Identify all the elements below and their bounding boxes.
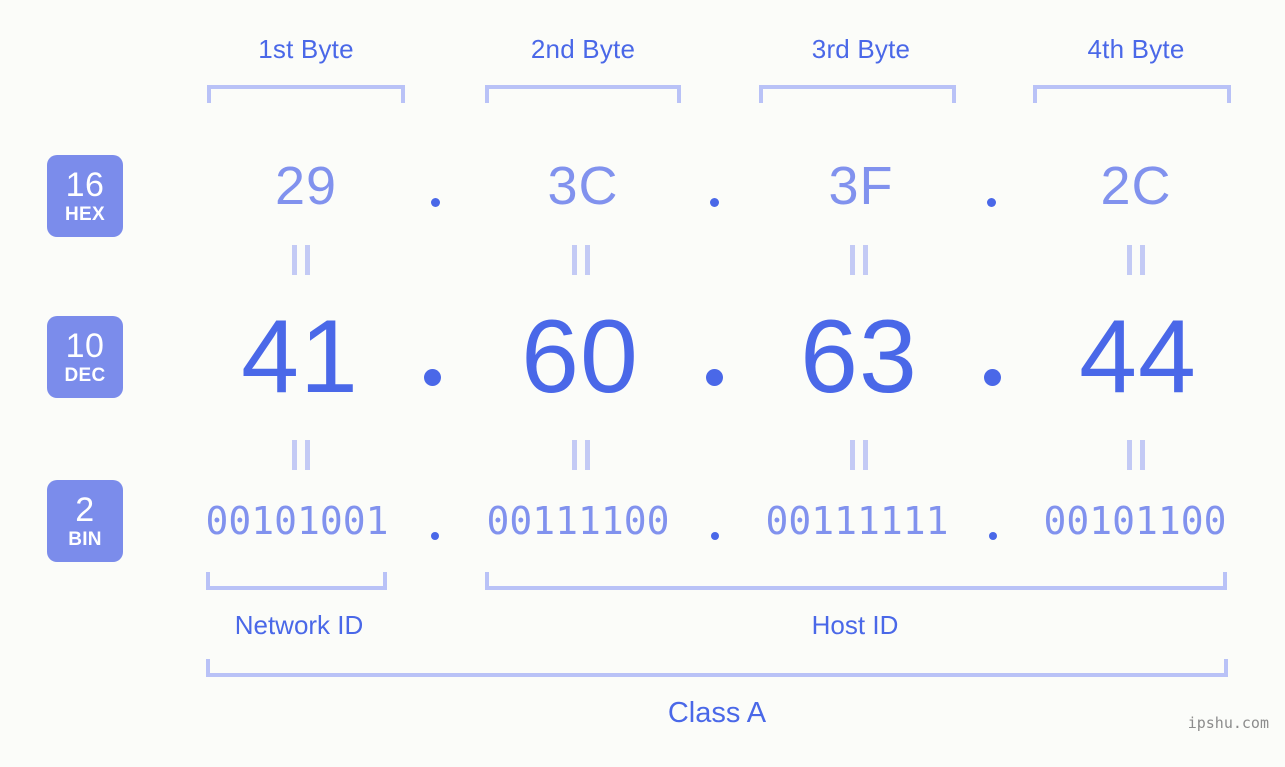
base-badge-dec-number: 10: [65, 327, 105, 365]
base-badge-hex-abbr: HEX: [65, 204, 105, 225]
dec-separator-dot-1: [424, 369, 441, 386]
bin-value-byte-2: 00111100: [486, 499, 670, 543]
byte-bracket-1: [207, 85, 405, 103]
hex-value-byte-1: 29: [274, 156, 338, 216]
bin-value-byte-3: 00111111: [765, 499, 949, 543]
dec-separator-dot-3: [984, 369, 1001, 386]
dec-value-byte-2: 60: [521, 299, 639, 415]
dec-value-byte-3: 63: [800, 299, 918, 415]
base-badge-bin-abbr: BIN: [68, 529, 102, 550]
hex-value-byte-3: 3F: [828, 156, 894, 216]
network-id-label: Network ID: [234, 610, 364, 640]
equals-mark-hex-dec-1: [292, 245, 310, 275]
equals-mark-dec-bin-3: [850, 440, 868, 470]
equals-mark-dec-bin-2: [572, 440, 590, 470]
byte-header-1: 1st Byte: [258, 34, 354, 64]
bin-value-byte-1: 00101001: [205, 499, 389, 543]
hex-value-byte-2: 3C: [547, 156, 619, 216]
equals-mark-hex-dec-4: [1127, 245, 1145, 275]
base-badge-hex-number: 16: [65, 166, 105, 204]
byte-bracket-3: [759, 85, 956, 103]
address-class-bracket: [206, 659, 1228, 677]
hex-separator-dot-1: [431, 198, 440, 207]
dec-value-byte-4: 44: [1079, 299, 1197, 415]
address-class-label: Class A: [667, 697, 767, 729]
bin-separator-dot-2: [711, 532, 719, 540]
hex-separator-dot-3: [987, 198, 996, 207]
equals-mark-hex-dec-3: [850, 245, 868, 275]
byte-bracket-4: [1033, 85, 1231, 103]
host-id-bracket: [485, 572, 1227, 590]
bin-separator-dot-3: [989, 532, 997, 540]
byte-header-3: 3rd Byte: [811, 34, 911, 64]
byte-bracket-2: [485, 85, 681, 103]
byte-header-4: 4th Byte: [1087, 34, 1185, 64]
network-id-bracket: [206, 572, 387, 590]
watermark: ipshu.com: [1187, 714, 1269, 732]
hex-separator-dot-2: [710, 198, 719, 207]
host-id-label: Host ID: [811, 610, 899, 640]
base-badge-hex: 16 HEX: [47, 155, 123, 237]
bin-value-byte-4: 00101100: [1043, 499, 1227, 543]
base-badge-dec: 10 DEC: [47, 316, 123, 398]
byte-header-2: 2nd Byte: [530, 34, 636, 64]
bin-separator-dot-1: [431, 532, 439, 540]
base-badge-bin: 2 BIN: [47, 480, 123, 562]
ip-address-breakdown-diagram: 1st Byte 2nd Byte 3rd Byte 4th Byte 16 H…: [0, 0, 1285, 767]
equals-mark-dec-bin-4: [1127, 440, 1145, 470]
base-badge-dec-abbr: DEC: [64, 365, 106, 386]
equals-mark-hex-dec-2: [572, 245, 590, 275]
equals-mark-dec-bin-1: [292, 440, 310, 470]
dec-value-byte-1: 41: [241, 299, 359, 415]
hex-value-byte-4: 2C: [1100, 156, 1172, 216]
base-badge-bin-number: 2: [75, 491, 95, 529]
dec-separator-dot-2: [706, 369, 723, 386]
